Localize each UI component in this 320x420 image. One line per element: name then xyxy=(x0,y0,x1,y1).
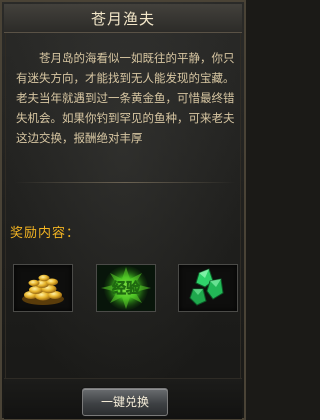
divider xyxy=(14,182,236,183)
dialog-title: 苍月渔夫 xyxy=(90,10,155,28)
reward-slot-experience[interactable]: 经验 xyxy=(96,264,156,312)
reward-slot-gold[interactable] xyxy=(13,264,73,312)
title-bar: 苍月渔夫 xyxy=(4,4,242,33)
rewards-heading: 奖励内容： xyxy=(10,226,81,241)
reward-slot-gem[interactable] xyxy=(178,264,238,312)
story-text: 苍月岛的海看似一如既往的平静，你只有迷失方向，才能找到无人能发现的宝藏。老夫当年… xyxy=(16,51,235,145)
experience-label: 经验 xyxy=(112,280,141,297)
green-gem-icon xyxy=(189,268,224,306)
redeem-all-button[interactable]: 一键兑换 xyxy=(82,388,168,416)
experience-icon: 经验 xyxy=(97,265,155,311)
fisherman-dialog: 苍月渔夫 苍月岛的海看似一如既往的平静，你只有迷失方向，才能找到无人能发现的宝藏… xyxy=(0,0,246,420)
gold-coins-icon xyxy=(22,274,64,305)
